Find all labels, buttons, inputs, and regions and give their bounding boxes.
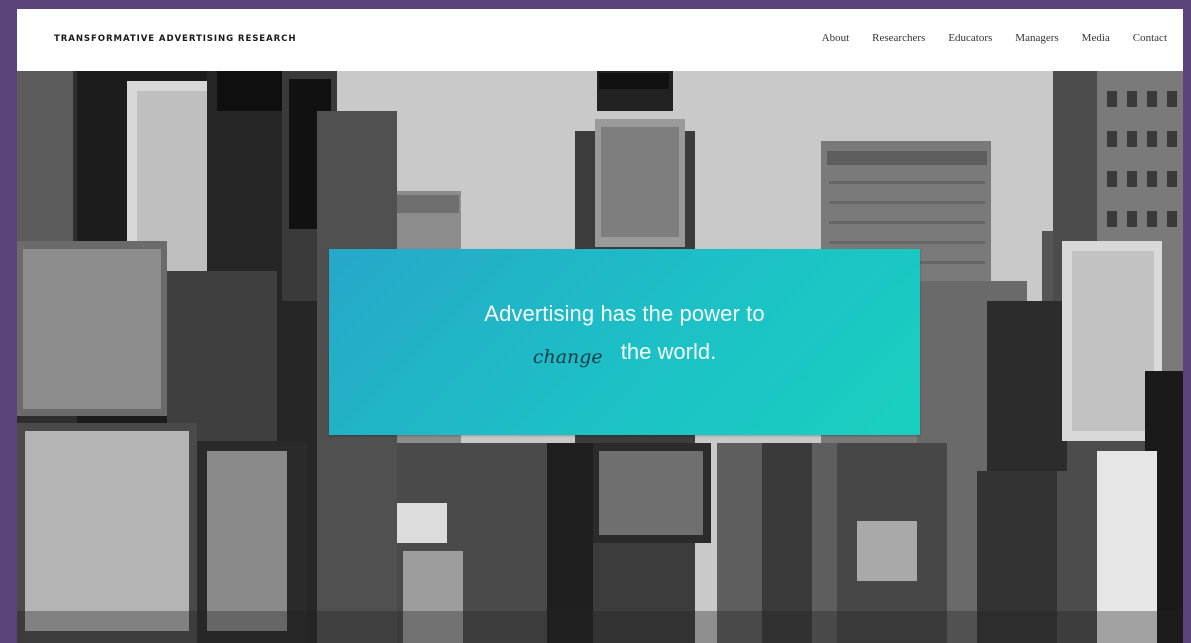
nav-about[interactable]: About (822, 32, 850, 44)
main-nav: About Researchers Educators Managers Med… (822, 32, 1183, 44)
nav-researchers[interactable]: Researchers (872, 32, 925, 44)
hero-section: Advertising has the power to change the … (17, 71, 1183, 643)
top-navigation-bar: TRANSFORMATIVE ADVERTISING RESEARCH Abou… (17, 9, 1183, 71)
hero-subline: change the world. (329, 339, 920, 368)
hero-subline-rest: the world. (620, 339, 717, 364)
nav-managers[interactable]: Managers (1015, 32, 1058, 44)
site-logo-text[interactable]: TRANSFORMATIVE ADVERTISING RESEARCH (54, 34, 296, 44)
nav-media[interactable]: Media (1082, 32, 1110, 44)
hero-script-word: change (532, 346, 603, 368)
nav-contact[interactable]: Contact (1133, 32, 1167, 44)
page-frame: TRANSFORMATIVE ADVERTISING RESEARCH Abou… (17, 9, 1183, 643)
hero-headline: Advertising has the power to (484, 301, 765, 326)
nav-educators[interactable]: Educators (948, 32, 992, 44)
hero-message-banner: Advertising has the power to change the … (329, 249, 920, 435)
